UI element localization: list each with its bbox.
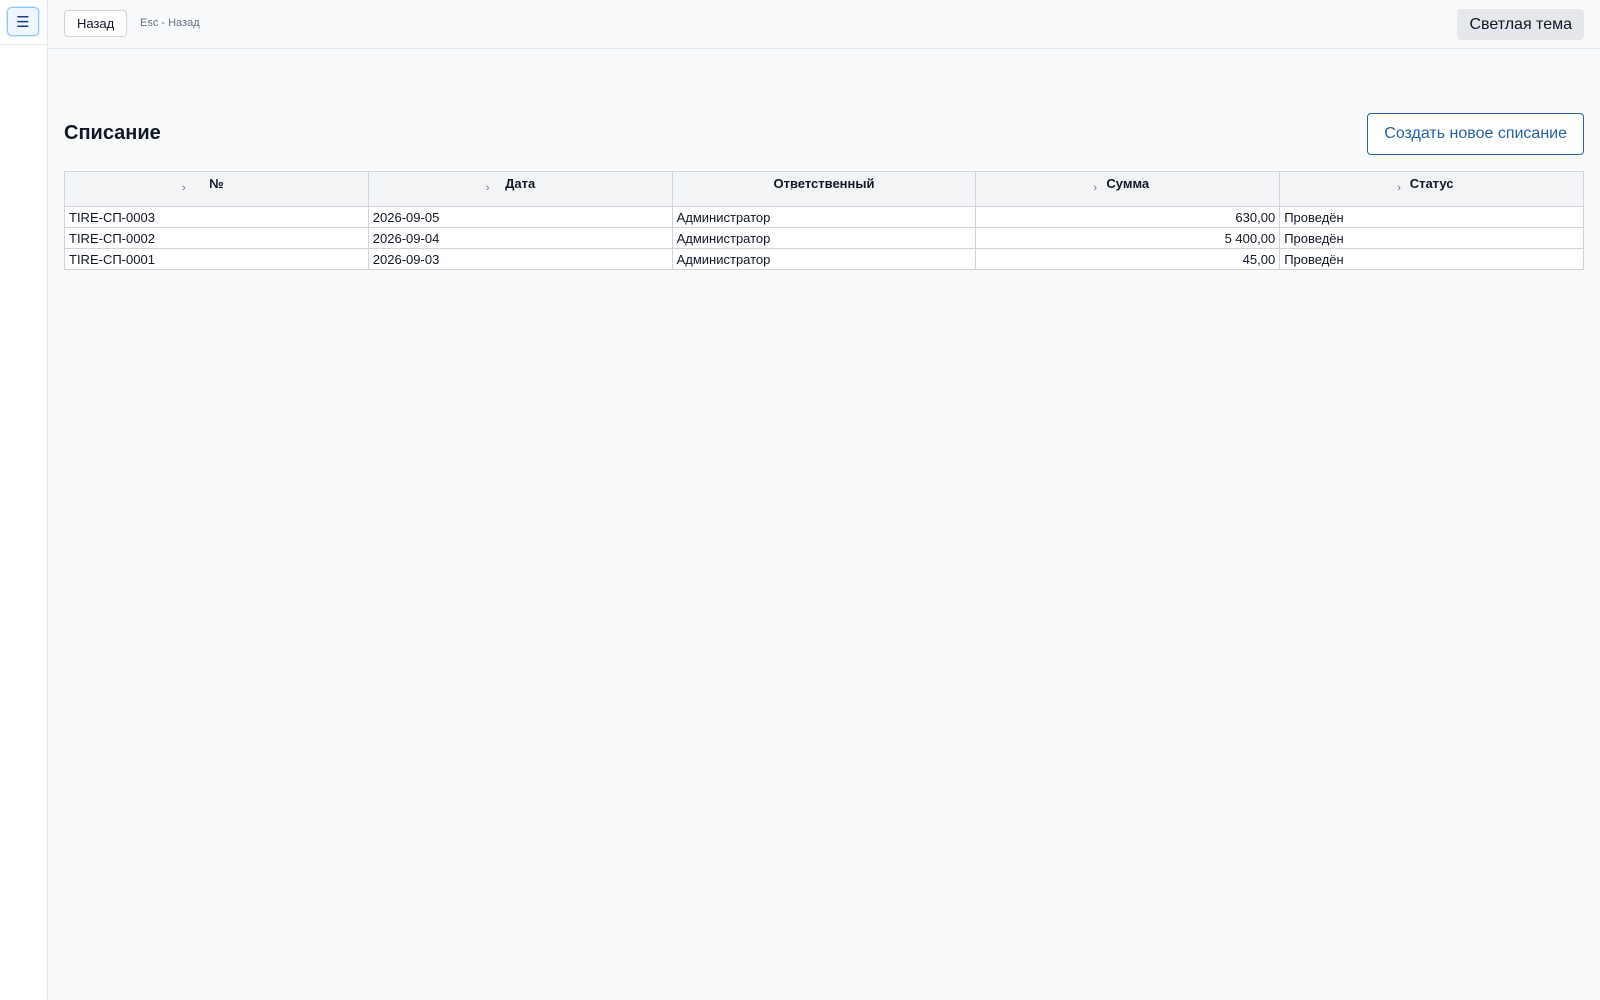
column-header-label: Статус <box>1409 176 1454 191</box>
column-header-label: Сумма <box>1106 176 1150 191</box>
create-writeoff-button[interactable]: Создать новое списание <box>1367 113 1584 155</box>
cell-status: Проведён <box>1279 206 1584 228</box>
cell-number: TIRE-СП-0002 <box>64 227 369 249</box>
sort-chevron-icon[interactable]: › <box>1397 182 1401 194</box>
sort-chevron-icon[interactable]: › <box>182 182 186 194</box>
column-header-label: Дата <box>505 176 536 191</box>
cell-responsible: Администратор <box>671 227 977 249</box>
keyboard-hint: Esc - Назад <box>140 17 200 29</box>
column-header-status[interactable]: Статус › <box>1279 171 1584 207</box>
cell-date: 2026-09-05 <box>367 206 673 228</box>
cell-sum: 45,00 <box>975 248 1281 270</box>
column-header-sum[interactable]: Сумма › <box>975 171 1281 207</box>
table-row[interactable]: TIRE-СП-0001 2026-09-03 Администратор 45… <box>64 248 1584 270</box>
back-button[interactable]: Назад <box>64 10 128 37</box>
sidebar: ☰ <box>0 0 48 1000</box>
table-header-row: № › Дата › Ответственный › Сумма › Стату… <box>64 171 1584 207</box>
cell-number: TIRE-СП-0003 <box>64 206 369 228</box>
sidebar-header: ☰ <box>0 0 47 45</box>
page-title: Списание <box>64 122 161 144</box>
cell-date: 2026-09-04 <box>367 227 673 249</box>
table-row[interactable]: TIRE-СП-0002 2026-09-04 Администратор 5 … <box>64 227 1584 249</box>
cell-sum: 630,00 <box>975 206 1281 228</box>
column-header-number[interactable]: № › <box>64 171 369 207</box>
menu-toggle-button[interactable]: ☰ <box>7 7 39 36</box>
column-header-responsible[interactable]: Ответственный › <box>671 171 977 207</box>
cell-number: TIRE-СП-0001 <box>64 248 369 270</box>
cell-status: Проведён <box>1279 248 1584 270</box>
cell-sum: 5 400,00 <box>975 227 1281 249</box>
sort-chevron-icon[interactable]: › <box>486 182 490 194</box>
top-bar: Назад Esc - Назад Светлая тема <box>48 0 1600 49</box>
column-header-label: Ответственный <box>773 176 875 191</box>
theme-toggle-button[interactable]: Светлая тема <box>1457 9 1584 40</box>
column-header-date[interactable]: Дата › <box>367 171 673 207</box>
table-row[interactable]: TIRE-СП-0003 2026-09-05 Администратор 63… <box>64 206 1584 228</box>
cell-status: Проведён <box>1279 227 1584 249</box>
cell-date: 2026-09-03 <box>367 248 673 270</box>
sort-chevron-icon[interactable]: › <box>790 182 794 194</box>
cell-responsible: Администратор <box>671 206 977 228</box>
sort-chevron-icon[interactable]: › <box>1093 182 1097 194</box>
hamburger-icon: ☰ <box>16 13 30 31</box>
writeoff-table: № › Дата › Ответственный › Сумма › Стату… <box>64 171 1584 270</box>
cell-responsible: Администратор <box>671 248 977 270</box>
column-header-label: № <box>209 176 224 191</box>
